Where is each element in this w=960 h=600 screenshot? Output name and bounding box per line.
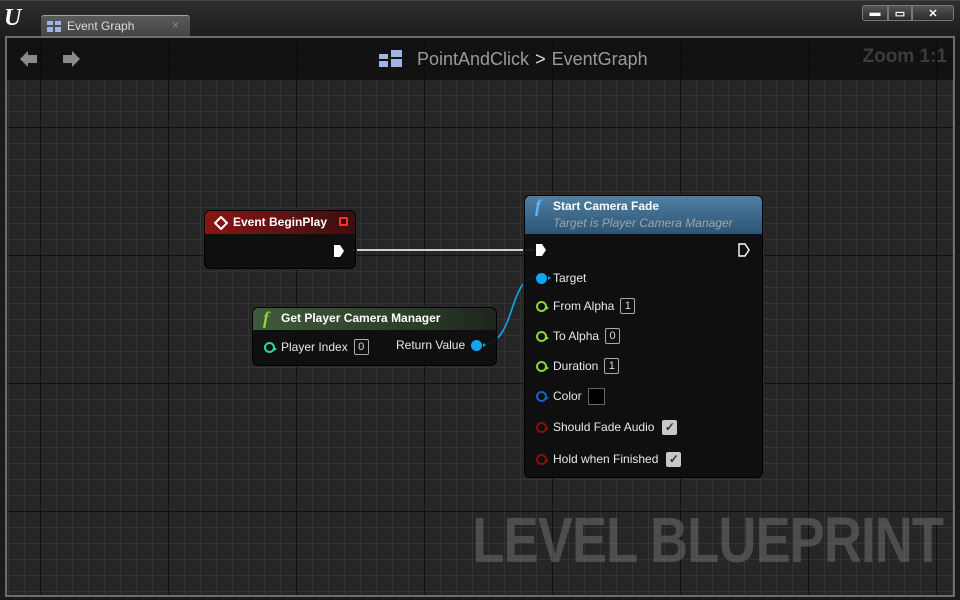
- pin-label: To Alpha: [553, 329, 600, 343]
- pin-to-alpha[interactable]: To Alpha 0: [536, 328, 621, 344]
- node-header: Event BeginPlay: [205, 211, 355, 234]
- float-pin-icon[interactable]: [536, 330, 549, 342]
- from-alpha-input[interactable]: 1: [620, 298, 636, 314]
- exec-out-pin-icon[interactable]: [333, 244, 345, 258]
- int-pin-icon[interactable]: [264, 341, 277, 353]
- float-pin-icon[interactable]: [536, 360, 549, 372]
- struct-pin-icon[interactable]: [536, 390, 549, 402]
- bool-pin-icon[interactable]: [536, 453, 549, 465]
- bool-pin-icon[interactable]: [536, 421, 549, 433]
- pin-label: Should Fade Audio: [553, 420, 655, 434]
- window-controls: ▬ ▭ ✕: [862, 5, 954, 21]
- object-pin-icon[interactable]: [536, 272, 551, 284]
- color-swatch[interactable]: [587, 387, 605, 405]
- pin-color[interactable]: Color: [536, 387, 605, 405]
- float-pin-icon[interactable]: [536, 300, 549, 312]
- maximize-button[interactable]: ▭: [888, 5, 912, 21]
- pin-from-alpha[interactable]: From Alpha 1: [536, 298, 636, 314]
- pin-label: Color: [553, 389, 582, 403]
- pin-hold-when-finished[interactable]: Hold when Finished ✓: [536, 451, 682, 467]
- delegate-pin-icon[interactable]: [339, 217, 348, 226]
- exec-in-pin-icon[interactable]: [535, 243, 547, 257]
- node-title: Event BeginPlay: [233, 215, 328, 229]
- pin-label: From Alpha: [553, 299, 615, 313]
- node-get-player-camera-manager[interactable]: f Get Player Camera Manager Player Index…: [252, 307, 497, 366]
- function-icon: f: [263, 308, 269, 328]
- graph-canvas[interactable]: PointAndClick > EventGraph Zoom 1:1 LEVE…: [5, 36, 955, 597]
- tab-close-icon[interactable]: ×: [172, 18, 179, 32]
- node-header: f Start Camera Fade Target is Player Cam…: [525, 196, 762, 234]
- should-fade-audio-checkbox[interactable]: ✓: [662, 419, 678, 435]
- node-title: Get Player Camera Manager: [281, 311, 441, 325]
- pin-duration[interactable]: Duration 1: [536, 358, 620, 374]
- tab-event-graph[interactable]: Event Graph ×: [41, 15, 190, 37]
- window-titlebar: U Event Graph × ▬ ▭ ✕: [0, 0, 960, 38]
- node-title: Start Camera Fade: [553, 199, 660, 213]
- node-event-beginplay[interactable]: Event BeginPlay: [204, 210, 356, 269]
- pin-label: Hold when Finished: [553, 452, 659, 466]
- tab-label: Event Graph: [67, 19, 135, 33]
- pin-target[interactable]: Target: [536, 270, 586, 286]
- object-pin-icon[interactable]: [471, 339, 487, 351]
- event-diamond-icon: [214, 216, 228, 230]
- minimize-button[interactable]: ▬: [862, 5, 888, 21]
- pin-label: Duration: [553, 359, 599, 373]
- exec-out-pin-icon[interactable]: [738, 243, 750, 257]
- pin-label: Target: [553, 271, 587, 285]
- pin-should-fade-audio[interactable]: Should Fade Audio ✓: [536, 419, 678, 435]
- graph-icon: [47, 21, 61, 32]
- pin-player-index[interactable]: Player Index 0: [264, 339, 369, 355]
- unreal-logo-icon: U: [4, 5, 22, 31]
- hold-when-finished-checkbox[interactable]: ✓: [666, 451, 682, 467]
- node-header: f Get Player Camera Manager: [253, 308, 496, 330]
- node-subtitle: Target is Player Camera Manager: [553, 216, 733, 230]
- pin-return-value[interactable]: Return Value: [396, 337, 488, 353]
- pin-label: Return Value: [396, 338, 466, 352]
- function-icon: f: [535, 196, 541, 216]
- to-alpha-input[interactable]: 0: [605, 328, 621, 344]
- node-start-camera-fade[interactable]: f Start Camera Fade Target is Player Cam…: [524, 195, 763, 478]
- pin-label: Player Index: [281, 340, 348, 354]
- duration-input[interactable]: 1: [604, 358, 620, 374]
- player-index-input[interactable]: 0: [353, 339, 369, 355]
- close-button[interactable]: ✕: [912, 5, 954, 21]
